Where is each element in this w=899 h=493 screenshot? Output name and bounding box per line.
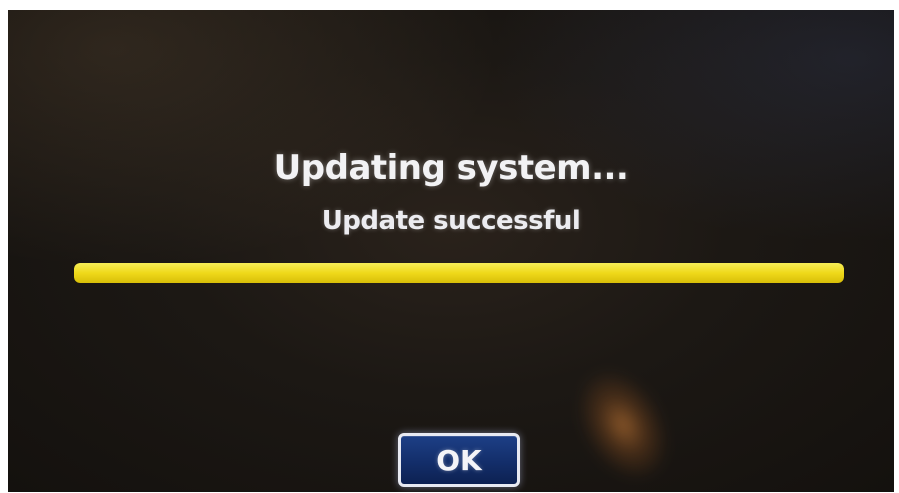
ok-button[interactable]: OK xyxy=(398,433,520,487)
progress-bar-fill xyxy=(74,263,844,283)
light-glare xyxy=(558,353,688,492)
photo-frame: Updating system... Update successful OK xyxy=(0,0,899,493)
progress-bar xyxy=(74,263,844,283)
status-message: Update successful xyxy=(321,206,581,236)
dialog-title: Updating system... xyxy=(273,148,629,188)
display-screen: Updating system... Update successful OK xyxy=(8,10,894,492)
ok-button-label: OK xyxy=(436,443,482,477)
